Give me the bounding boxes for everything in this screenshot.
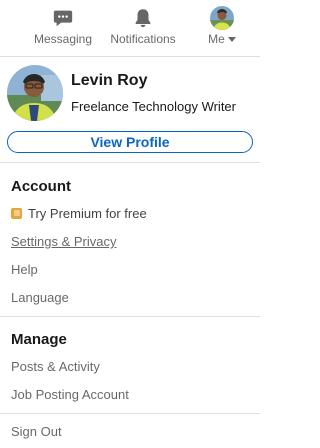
divider <box>0 162 260 163</box>
nav-notifications-label: Notifications <box>110 32 176 46</box>
manage-section-title: Manage <box>11 331 67 348</box>
messaging-icon <box>52 6 74 30</box>
divider <box>0 316 260 317</box>
try-premium-link[interactable]: Try Premium for free <box>11 206 147 221</box>
bell-icon <box>132 6 154 30</box>
profile-name: Levin Roy <box>71 72 148 89</box>
nav-messaging-label: Messaging <box>33 32 93 46</box>
premium-icon <box>11 208 22 219</box>
help-link[interactable]: Help <box>11 262 38 277</box>
profile-headline: Freelance Technology Writer <box>71 99 236 114</box>
nav-notifications[interactable]: Notifications <box>108 0 178 47</box>
view-profile-button[interactable]: View Profile <box>7 131 253 153</box>
nav-messaging[interactable]: Messaging <box>34 0 92 47</box>
language-link[interactable]: Language <box>11 290 69 305</box>
account-section-title: Account <box>11 178 71 195</box>
me-dropdown: Levin Roy Freelance Technology Writer Vi… <box>0 56 260 448</box>
nav-me-label-wrap: Me <box>208 32 236 46</box>
divider <box>0 413 260 414</box>
caret-down-icon <box>227 37 236 43</box>
top-nav: Messaging Notifications Me <box>0 0 260 47</box>
nav-me[interactable]: Me <box>204 0 240 47</box>
nav-me-label: Me <box>208 32 225 46</box>
try-premium-label: Try Premium for free <box>28 206 147 221</box>
settings-privacy-link[interactable]: Settings & Privacy <box>11 234 117 249</box>
profile-avatar[interactable] <box>7 65 63 121</box>
nav-avatar-wrap <box>210 6 234 30</box>
job-posting-account-link[interactable]: Job Posting Account <box>11 387 129 402</box>
profile-card: Levin Roy Freelance Technology Writer <box>7 65 257 125</box>
sign-out-link[interactable]: Sign Out <box>11 424 62 439</box>
avatar <box>210 6 234 30</box>
posts-activity-link[interactable]: Posts & Activity <box>11 359 100 374</box>
